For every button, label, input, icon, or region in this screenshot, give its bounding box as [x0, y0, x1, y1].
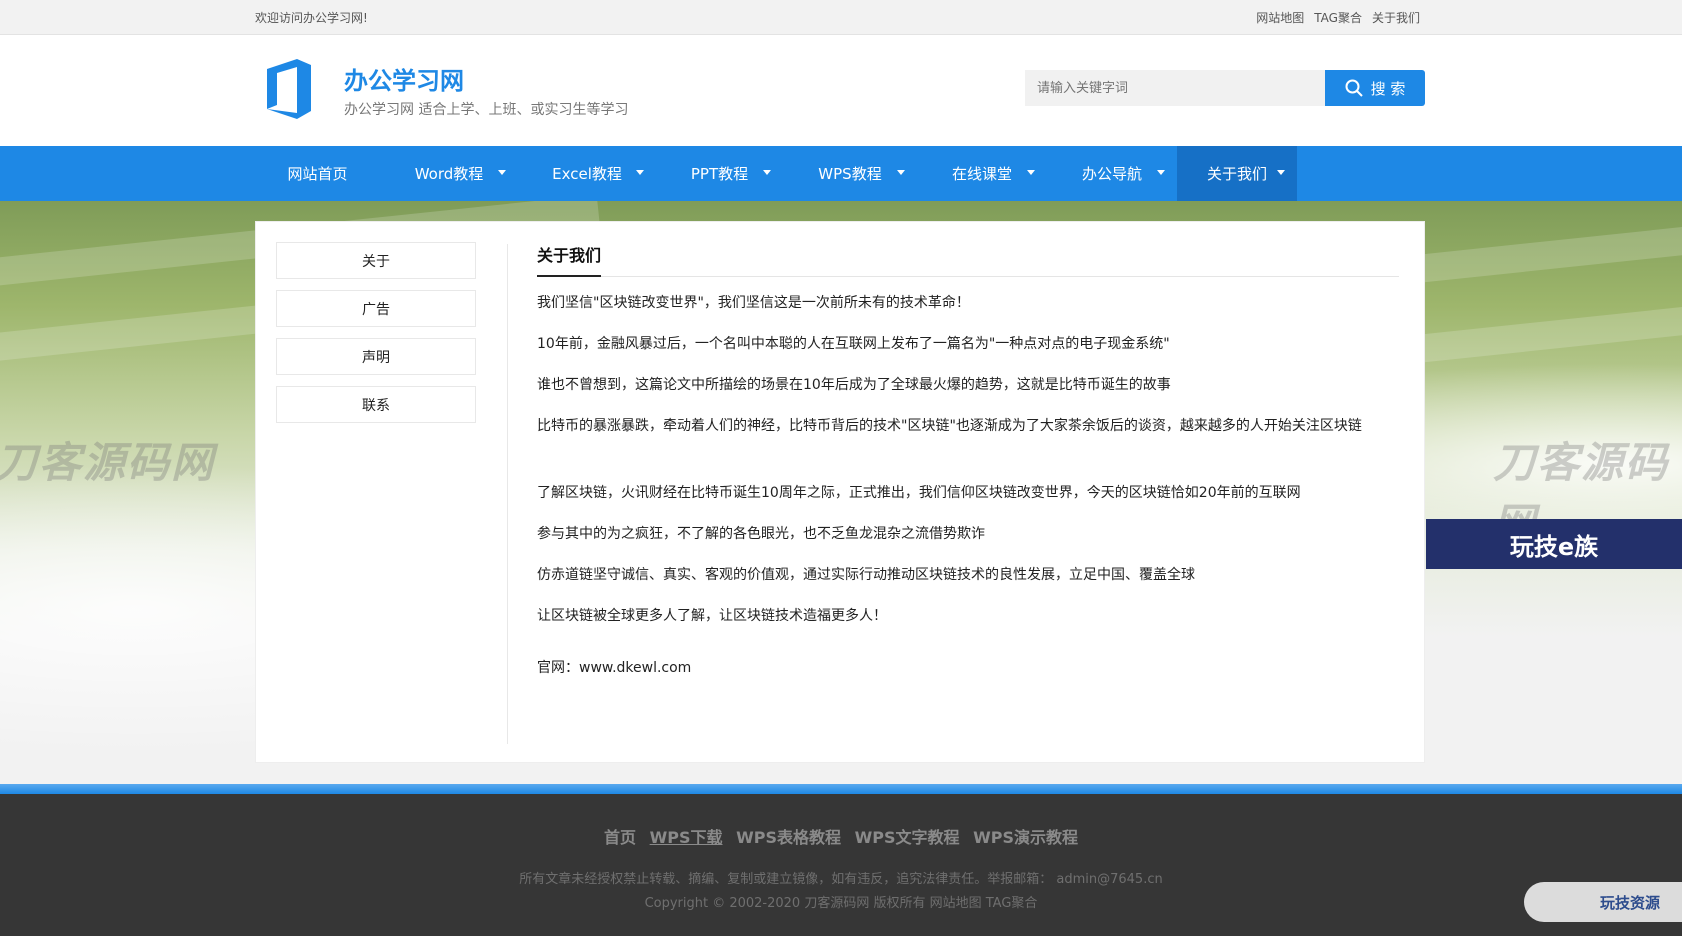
- top-links: 网站地图 TAG聚合 关于我们: [1256, 9, 1420, 26]
- sidebar-item-contact[interactable]: 联系: [276, 386, 476, 423]
- nav-home[interactable]: 网站首页: [255, 146, 380, 201]
- search-button-label: 搜 索: [1370, 79, 1406, 98]
- article-paragraph: 谁也不曾想到，这篇论文中所描绘的场景在10年后成为了全球最火爆的趋势，这就是比特…: [537, 377, 1171, 393]
- chevron-down-icon: [897, 170, 905, 175]
- article-paragraph: 比特币的暴涨暴跌，牵动着人们的神经，比特币背后的技术"区块链"也逐渐成为了大家茶…: [537, 418, 1362, 434]
- footer-link-wps-sheet[interactable]: WPS表格教程: [736, 828, 841, 847]
- top-link-sitemap[interactable]: 网站地图: [1256, 9, 1304, 26]
- welcome-text: 欢迎访问办公学习网!: [255, 11, 368, 25]
- nav-label: Word教程: [414, 165, 484, 183]
- chevron-down-icon: [1277, 170, 1285, 175]
- chevron-down-icon: [498, 170, 506, 175]
- article-paragraph: 让区块链被全球更多人了解，让区块链技术造福更多人！: [537, 608, 887, 624]
- side-ad-banner[interactable]: 玩技e族: [1426, 519, 1682, 569]
- search-icon: [1345, 79, 1363, 97]
- nav-label: 在线课堂: [951, 165, 1012, 183]
- nav-label: PPT教程: [690, 165, 749, 183]
- chevron-down-icon: [1157, 170, 1165, 175]
- footer-link-home[interactable]: 首页: [604, 828, 636, 847]
- top-link-about[interactable]: 关于我们: [1372, 9, 1420, 26]
- nav-label: 办公导航: [1081, 165, 1142, 183]
- article-paragraph: 了解区块链，火讯财经在比特币诞生10周年之际，正式推出，我们信仰区块链改变世界，…: [537, 485, 1301, 501]
- nav-about[interactable]: 关于我们: [1177, 146, 1297, 201]
- chevron-down-icon: [763, 170, 771, 175]
- site-name[interactable]: 办公学习网: [344, 61, 464, 96]
- search-input[interactable]: [1025, 70, 1325, 106]
- footer-links: 首页 WPS下载 WPS表格教程 WPS文字教程 WPS演示教程: [0, 824, 1682, 848]
- chevron-down-icon: [636, 170, 644, 175]
- article-paragraph: 我们坚信"区块链改变世界"，我们坚信这是一次前所未有的技术革命！: [537, 295, 970, 311]
- nav-label: 关于我们: [1206, 165, 1267, 183]
- chevron-down-icon: [1027, 170, 1035, 175]
- footer-notice: 所有文章未经授权禁止转载、摘编、复制或建立镜像，如有违反，追究法律责任。举报邮箱…: [519, 872, 1163, 887]
- site-header: 办公学习网 办公学习网 适合上学、上班、或实习生等学习 搜 索: [0, 35, 1682, 146]
- footer-accent-bar: [0, 784, 1682, 794]
- top-link-tag[interactable]: TAG聚合: [1314, 9, 1362, 26]
- site-description: 办公学习网 适合上学、上班、或实习生等学习: [344, 102, 629, 118]
- footer-link-wps-download[interactable]: WPS下载: [650, 828, 723, 847]
- main-nav: 网站首页 Word教程 Excel教程 PPT教程 WPS教程 在线课堂 办公导…: [0, 146, 1682, 201]
- nav-excel[interactable]: Excel教程: [518, 146, 656, 201]
- nav-ppt[interactable]: PPT教程: [656, 146, 783, 201]
- sidebar-item-statement[interactable]: 声明: [276, 338, 476, 375]
- footer-copyright: Copyright © 2002-2020 刀客源码网 版权所有 网站地图 TA…: [644, 896, 1038, 911]
- official-site-link[interactable]: 官网：www.dkewl.com: [537, 655, 1399, 681]
- article-paragraph: 仿赤道链坚守诚信、真实、客观的价值观，通过实际行动推动区块链技术的良性发展，立足…: [537, 567, 1195, 583]
- watermark-left: 刀客源码网: [0, 438, 216, 487]
- floating-resource-button[interactable]: 玩技资源: [1524, 882, 1682, 922]
- nav-online-class[interactable]: 在线课堂: [917, 146, 1047, 201]
- about-sidebar: 关于 广告 声明 联系: [276, 242, 476, 434]
- nav-wps[interactable]: WPS教程: [783, 146, 917, 201]
- office-logo-icon[interactable]: [265, 59, 315, 119]
- search-button[interactable]: 搜 索: [1325, 70, 1425, 106]
- nav-office-guide[interactable]: 办公导航: [1047, 146, 1177, 201]
- footer-link-wps-presentation[interactable]: WPS演示教程: [973, 828, 1078, 847]
- article-paragraph: 参与其中的为之疯狂，不了解的各色眼光，也不乏鱼龙混杂之流借势欺诈: [537, 526, 985, 542]
- site-footer: 首页 WPS下载 WPS表格教程 WPS文字教程 WPS演示教程 所有文章未经授…: [0, 794, 1682, 936]
- sidebar-item-about[interactable]: 关于: [276, 242, 476, 279]
- divider: [507, 244, 508, 744]
- footer-link-wps-writer[interactable]: WPS文字教程: [855, 828, 960, 847]
- nav-label: 网站首页: [287, 165, 348, 183]
- article: 关于我们 我们坚信"区块链改变世界"，我们坚信这是一次前所未有的技术革命！ 10…: [537, 242, 1399, 676]
- sidebar-item-ads[interactable]: 广告: [276, 290, 476, 327]
- article-title: 关于我们: [537, 242, 602, 277]
- nav-label: Excel教程: [552, 165, 622, 183]
- nav-word[interactable]: Word教程: [380, 146, 518, 201]
- top-bar: 欢迎访问办公学习网! 网站地图 TAG聚合 关于我们: [0, 0, 1682, 35]
- nav-label: WPS教程: [818, 165, 882, 183]
- article-paragraph: 10年前，金融风暴过后，一个名叫中本聪的人在互联网上发布了一篇名为"一种点对点的…: [537, 336, 1170, 352]
- content-card: 关于 广告 声明 联系 关于我们 我们坚信"区块链改变世界"，我们坚信这是一次前…: [255, 221, 1425, 763]
- title-divider: [537, 276, 1399, 277]
